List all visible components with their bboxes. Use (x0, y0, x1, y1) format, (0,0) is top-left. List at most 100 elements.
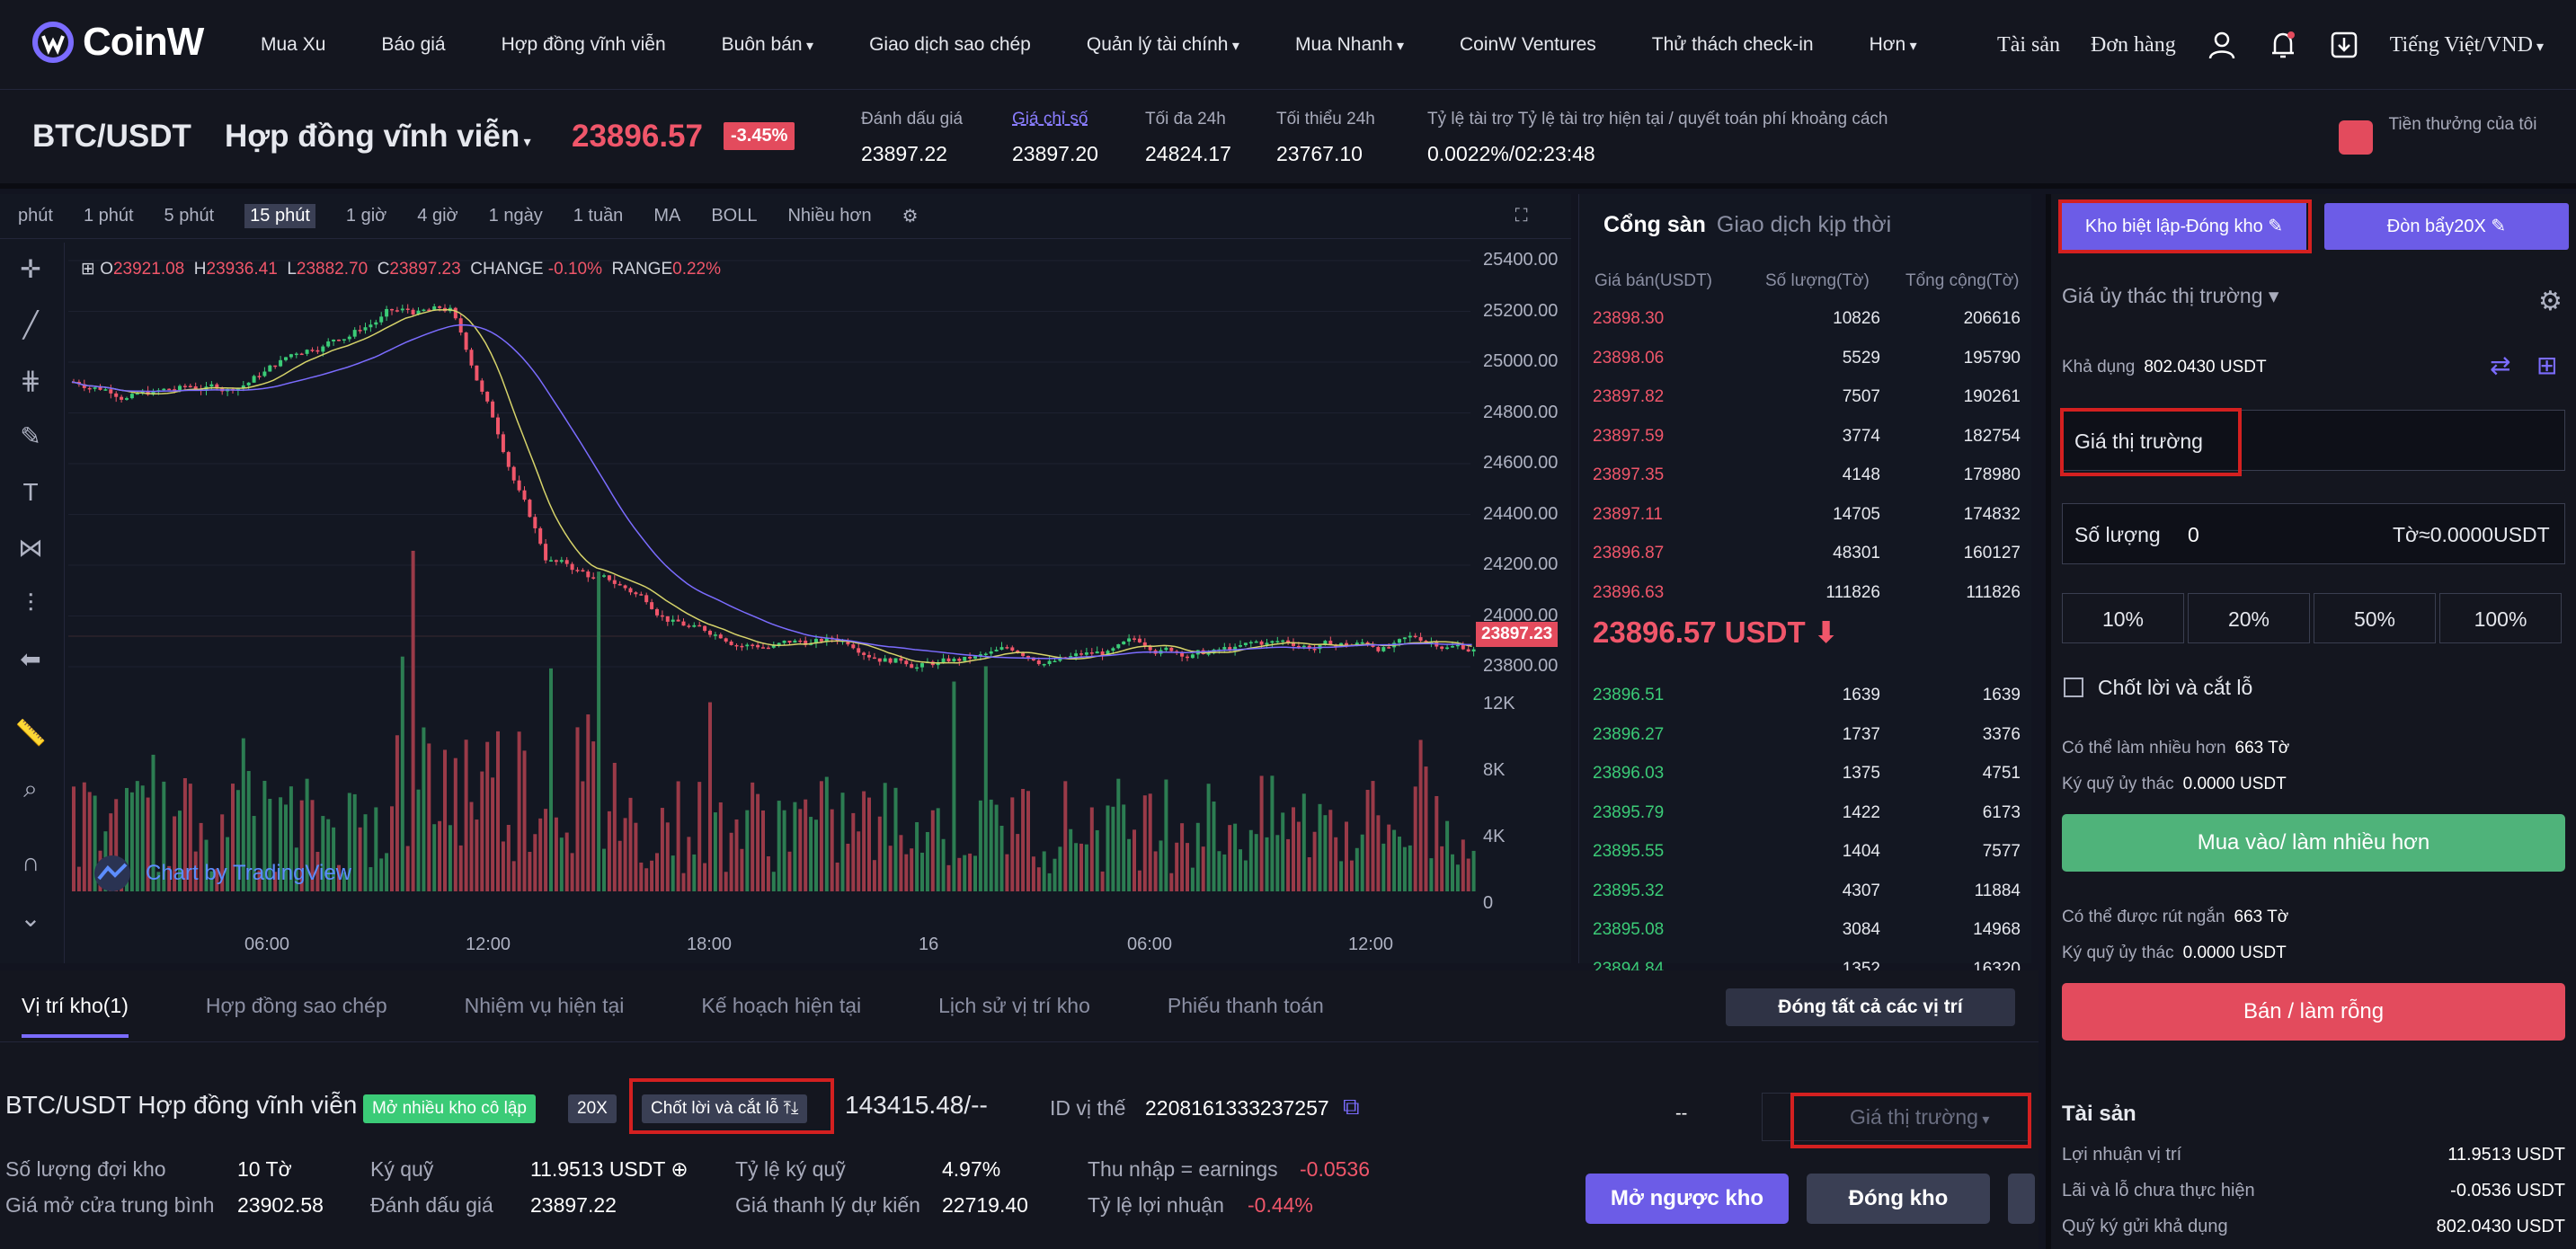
brush-icon[interactable]: ✎ (13, 419, 49, 455)
ask-row[interactable]: 23896.63 111826 111826 (1593, 575, 2021, 611)
ask-row[interactable]: 23897.11 14705 174832 (1593, 497, 2021, 533)
bid-row[interactable]: 23896.03 1375 4751 (1593, 756, 2021, 792)
nav-checkin[interactable]: Thử thách check-in (1652, 34, 1814, 56)
zoom-icon[interactable]: ⌕ (13, 771, 49, 807)
stat-high: Tối đa 24h 24824.17 (1145, 110, 1231, 165)
tab-positions[interactable]: Vị trí kho(1) (22, 994, 129, 1038)
bid-row[interactable]: 23896.27 1737 3376 (1593, 717, 2021, 753)
nav-mua-xu[interactable]: Mua Xu (261, 34, 325, 56)
nav-assets[interactable]: Tài sản (1997, 33, 2060, 58)
pct-10-button[interactable]: 10% (2062, 593, 2184, 643)
copy-icon[interactable]: ⧉ (1343, 1093, 1360, 1121)
chart-settings-icon[interactable]: ⚙ (902, 205, 919, 227)
bid-row[interactable]: 23895.79 1422 6173 (1593, 795, 2021, 831)
ask-row[interactable]: 23898.06 5529 195790 (1593, 341, 2021, 376)
close-position-button[interactable]: Đóng kho (1807, 1174, 1990, 1224)
candlestick-chart[interactable] (68, 241, 1479, 906)
trendline-icon[interactable]: ╱ (13, 307, 49, 343)
bid-row[interactable]: 23896.51 1639 1639 (1593, 678, 2021, 713)
indicator-boll[interactable]: BOLL (711, 206, 757, 226)
tf-1d[interactable]: 1 ngày (489, 206, 543, 226)
order-type-selector[interactable]: Giá ủy thác thị trường ▾ (2062, 284, 2278, 308)
nav-copy-trade[interactable]: Giao dịch sao chép (869, 34, 1031, 56)
tpsl-checkbox-label[interactable]: Chốt lời và cắt lỗ (2098, 676, 2252, 700)
bid-row[interactable]: 23895.32 4307 11884 (1593, 873, 2021, 909)
nav-more[interactable]: Hơn (1870, 34, 1917, 56)
tradingview-watermark[interactable]: Chart by TradingView (90, 854, 351, 893)
indicator-ma[interactable]: MA (653, 206, 680, 226)
tf-4h[interactable]: 4 giờ (417, 206, 457, 226)
ask-row[interactable]: 23896.87 48301 160127 (1593, 536, 2021, 571)
tf-1w[interactable]: 1 tuần (573, 206, 624, 226)
transfer-icon[interactable]: ⇄ (2490, 350, 2510, 380)
grid-icon[interactable]: ⊞ (2536, 350, 2557, 380)
margin-value[interactable]: 11.9513 USDT ⊕ (530, 1157, 688, 1182)
stat-index-price[interactable]: Giá chỉ số 23897.20 (1012, 110, 1098, 166)
tf-1h[interactable]: 1 giờ (346, 206, 386, 226)
ask-row[interactable]: 23897.59 3774 182754 (1593, 419, 2021, 455)
volume-bar (1228, 825, 1232, 891)
ask-row[interactable]: 23897.82 7507 190261 (1593, 379, 2021, 415)
tf-minute[interactable]: phút (18, 206, 53, 226)
bell-icon[interactable] (2268, 30, 2298, 60)
tab-current-tasks[interactable]: Nhiệm vụ hiện tại (465, 994, 625, 1018)
pct-50-button[interactable]: 50% (2314, 593, 2436, 643)
volume-bar (475, 819, 479, 891)
tab-position-history[interactable]: Lịch sử vị trí kho (938, 994, 1090, 1018)
volume-bar (798, 809, 803, 891)
gift-icon[interactable] (2339, 120, 2373, 155)
fullscreen-icon[interactable]: ⛶ (1515, 206, 1528, 226)
order-settings-icon[interactable]: ⚙ (2538, 286, 2563, 317)
pair-name[interactable]: BTC/USDT (32, 119, 191, 155)
more-indicators[interactable]: Nhiều hơn (787, 206, 871, 226)
nav-hop-dong[interactable]: Hợp đồng vĩnh viễn (502, 34, 666, 56)
bid-row[interactable]: 23895.08 3084 14968 (1593, 912, 2021, 948)
back-arrow-icon[interactable]: ⬅ (13, 642, 49, 678)
tab-order-book[interactable]: Cổng sàn (1603, 212, 1706, 237)
fib-icon[interactable]: ⋕ (13, 363, 49, 399)
buy-long-button[interactable]: Mua vào/ làm nhiều hơn (2062, 814, 2565, 872)
ask-total: 182754 (1963, 426, 2021, 446)
nav-quick-buy[interactable]: Mua Nhanh (1295, 34, 1404, 56)
crosshair-icon[interactable]: ✛ (13, 252, 49, 288)
tab-copy-contracts[interactable]: Hợp đồng sao chép (206, 994, 387, 1018)
pct-20-button[interactable]: 20% (2188, 593, 2310, 643)
bid-row[interactable]: 23895.55 1404 7577 (1593, 834, 2021, 870)
candle-body (390, 308, 394, 311)
chevron-down-icon[interactable]: ⌄ (13, 900, 49, 936)
download-icon[interactable] (2329, 30, 2359, 60)
tab-trades[interactable]: Giao dịch kịp thời (1717, 212, 1891, 237)
tab-settlements[interactable]: Phiếu thanh toán (1168, 994, 1324, 1018)
tab-current-plans[interactable]: Kế hoạch hiện tại (701, 994, 861, 1018)
sell-short-button[interactable]: Bán / làm rỗng (2062, 983, 2565, 1041)
contract-type-selector[interactable]: Hợp đồng vĩnh viễn (225, 119, 531, 155)
close-all-button[interactable]: Đóng tất cả các vị trí (1726, 988, 2015, 1026)
nav-bao-gia[interactable]: Báo giá (381, 34, 445, 56)
bonus-link[interactable]: Tiền thưởng của tôi (2373, 111, 2553, 138)
leverage-button[interactable]: Đòn bẩy20X ✎ (2324, 203, 2569, 250)
tf-1m[interactable]: 1 phút (84, 206, 134, 226)
tf-15m[interactable]: 15 phút (244, 204, 315, 228)
ask-row[interactable]: 23898.30 10826 206616 (1593, 301, 2021, 337)
tpsl-checkbox[interactable] (2064, 678, 2083, 697)
pattern-icon[interactable]: ⋈ (13, 530, 49, 566)
measure-icon[interactable]: ⫶ (13, 586, 49, 622)
language-selector[interactable]: Tiếng Việt/VND (2390, 33, 2544, 58)
text-icon[interactable]: T (13, 474, 49, 510)
magnet-icon[interactable]: ∩ (13, 845, 49, 881)
ruler-icon[interactable]: 📏 (13, 715, 49, 751)
more-action-button[interactable] (2008, 1174, 2035, 1224)
candle-body (379, 316, 384, 323)
volume-bar (968, 853, 973, 891)
candle-body (1074, 653, 1079, 657)
user-icon[interactable] (2207, 30, 2237, 60)
nav-buon-ban[interactable]: Buôn bán (722, 34, 813, 56)
pct-100-button[interactable]: 100% (2439, 593, 2562, 643)
reverse-position-button[interactable]: Mở ngược kho (1586, 1174, 1789, 1224)
logo[interactable]: CoinW (32, 20, 204, 65)
nav-finance[interactable]: Quản lý tài chính (1087, 34, 1239, 56)
nav-ventures[interactable]: CoinW Ventures (1460, 34, 1596, 56)
ask-row[interactable]: 23897.35 4148 178980 (1593, 457, 2021, 493)
nav-orders[interactable]: Đơn hàng (2091, 33, 2176, 58)
tf-5m[interactable]: 5 phút (164, 206, 215, 226)
